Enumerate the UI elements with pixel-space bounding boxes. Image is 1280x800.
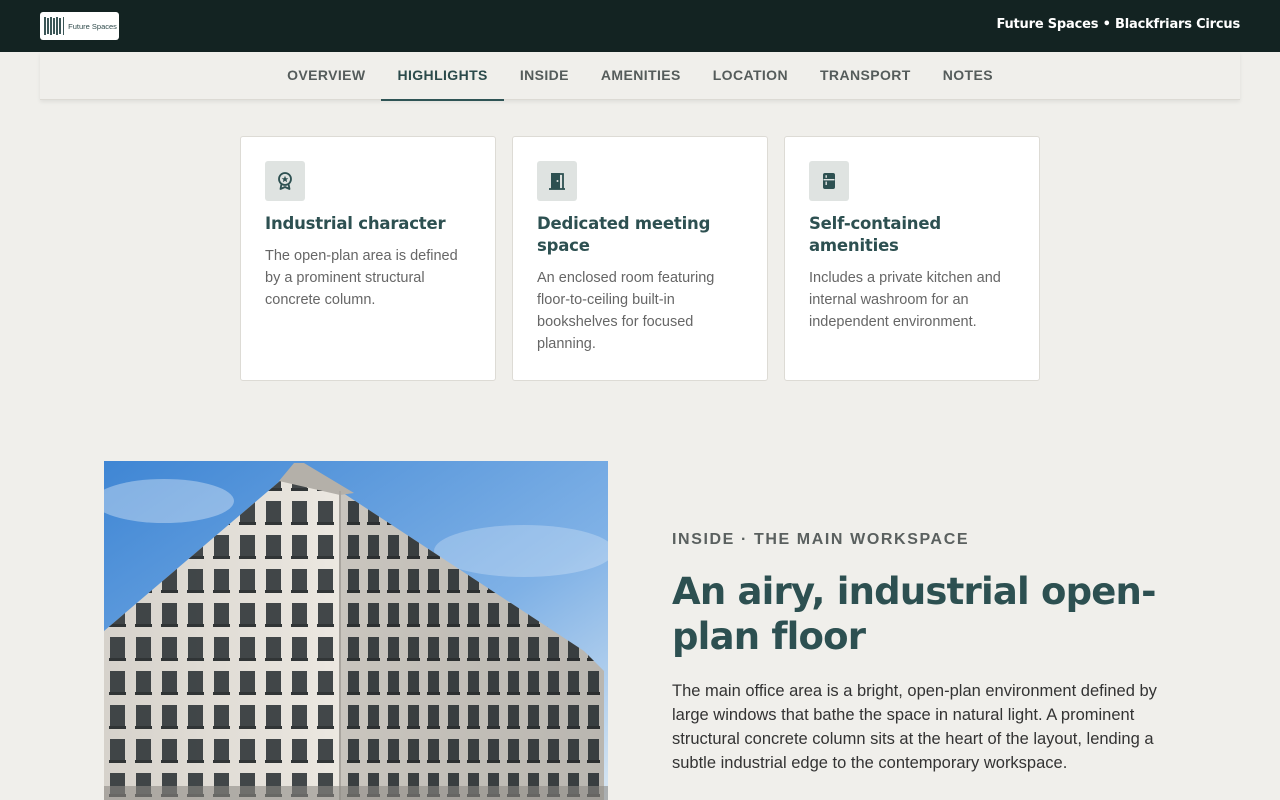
section-eyebrow: INSIDE · THE MAIN WORKSPACE [672, 531, 970, 548]
card-text: An enclosed room featuring floor-to-ceil… [537, 270, 715, 352]
card-title: Dedicated meeting space [537, 214, 711, 255]
logo[interactable]: Future Spaces [40, 12, 119, 40]
tab-inside[interactable]: INSIDE [504, 52, 585, 100]
fridge-icon [809, 161, 849, 201]
highlight-card-meeting: Dedicated meeting space An enclosed room… [512, 136, 768, 381]
highlight-card-industrial: Industrial character The open-plan area … [240, 136, 496, 381]
site-title: Future Spaces • Blackfriars Circus [996, 17, 1240, 32]
tab-location[interactable]: LOCATION [697, 52, 804, 100]
door-icon [537, 161, 577, 201]
section-heading: An airy, industrial open-plan floor [672, 570, 1156, 658]
card-title: Self-contained amenities [809, 214, 941, 255]
card-text: The open-plan area is defined by a promi… [265, 248, 458, 308]
highlight-card-amenities: Self-contained amenities Includes a priv… [784, 136, 1040, 381]
tab-notes[interactable]: NOTES [927, 52, 1009, 100]
section-nav: OVERVIEW HIGHLIGHTS INSIDE AMENITIES LOC… [40, 52, 1240, 101]
logo-mark-icon [44, 17, 65, 35]
card-title: Industrial character [265, 214, 446, 233]
tab-highlights[interactable]: HIGHLIGHTS [381, 52, 505, 101]
card-text: Includes a private kitchen and internal … [809, 270, 1001, 330]
top-bar: Future Spaces Future Spaces • Blackfriar… [0, 0, 1280, 52]
award-icon [265, 161, 305, 201]
logo-text: Future Spaces [68, 21, 117, 31]
section-body: The main office area is a bright, open-p… [672, 682, 1157, 772]
tab-amenities[interactable]: AMENITIES [585, 52, 697, 100]
tab-overview[interactable]: OVERVIEW [271, 52, 381, 100]
building-photo [104, 461, 608, 800]
tab-transport[interactable]: TRANSPORT [804, 52, 927, 100]
